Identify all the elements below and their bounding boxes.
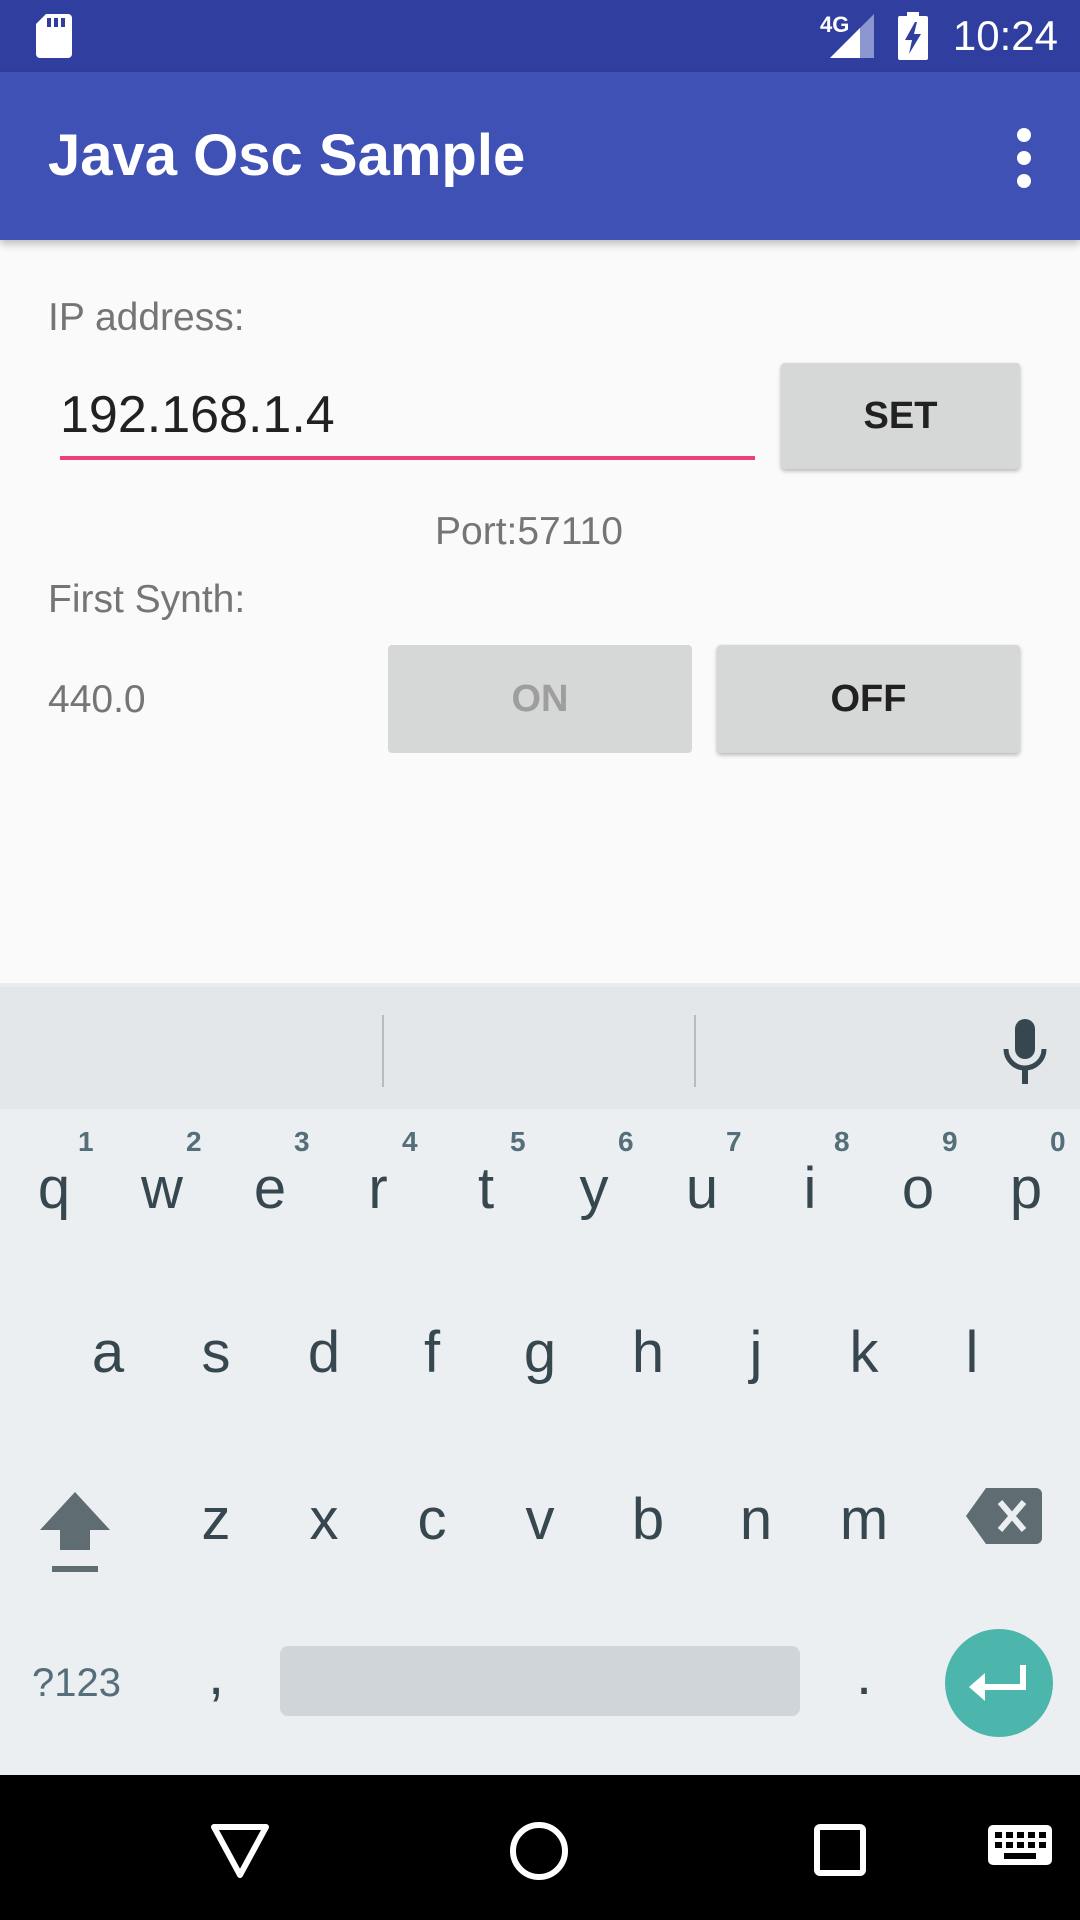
home-icon[interactable] [508,1820,570,1882]
microphone-icon[interactable] [1002,1019,1048,1087]
ip-address-value: 192.168.1.4 [60,386,335,444]
suggestion-divider [382,1015,384,1087]
key-i[interactable]: i [760,1155,860,1222]
key-t[interactable]: t [436,1155,536,1222]
enter-key[interactable] [945,1629,1053,1737]
overflow-menu-icon[interactable] [1008,128,1042,188]
ip-address-label: IP address: [48,296,245,339]
key-v[interactable]: v [490,1486,590,1553]
on-button[interactable]: ON [388,645,692,753]
key-hint-5: 5 [510,1126,526,1157]
key-e[interactable]: e [220,1155,320,1222]
key-hint-3: 3 [294,1126,310,1157]
key-period[interactable]: . [814,1641,914,1708]
app-bar: Java Osc Sample [0,72,1080,240]
port-label: Port:57110 [435,510,623,553]
key-hint-7: 7 [726,1126,742,1157]
key-k[interactable]: k [814,1319,914,1386]
backspace-key-icon[interactable] [966,1488,1042,1544]
key-f[interactable]: f [382,1319,482,1386]
key-comma[interactable]: , [166,1641,266,1708]
key-hint-1: 1 [78,1126,94,1157]
signal-icon [830,14,874,58]
key-g[interactable]: g [490,1319,590,1386]
navigation-bar [0,1775,1080,1920]
keyboard-switch-icon[interactable] [988,1825,1052,1871]
suggestion-divider [694,1015,696,1087]
key-n[interactable]: n [706,1486,806,1553]
off-button[interactable]: OFF [717,645,1020,753]
key-o[interactable]: o [868,1155,968,1222]
key-y[interactable]: y [544,1155,644,1222]
app-title: Java Osc Sample [48,123,526,188]
key-l[interactable]: l [922,1319,1022,1386]
key-z[interactable]: z [166,1486,266,1553]
key-c[interactable]: c [382,1486,482,1553]
key-u[interactable]: u [652,1155,752,1222]
key-hint-8: 8 [834,1126,850,1157]
first-synth-label: First Synth: [48,578,246,621]
shift-key-icon[interactable] [38,1486,112,1576]
soft-keyboard: q w e r t y u i o p 1 2 3 4 5 6 7 8 9 0 … [0,983,1080,1775]
key-s[interactable]: s [166,1319,266,1386]
key-a[interactable]: a [58,1319,158,1386]
symbols-key[interactable]: ?123 [32,1661,121,1706]
frequency-value: 440.0 [48,678,146,721]
key-w[interactable]: w [112,1155,212,1222]
key-d[interactable]: d [274,1319,374,1386]
key-x[interactable]: x [274,1486,374,1553]
enter-arrow-icon [969,1665,1026,1701]
back-icon[interactable] [210,1823,270,1879]
battery-charging-icon [898,12,928,60]
key-q[interactable]: q [4,1155,104,1222]
key-hint-2: 2 [186,1126,202,1157]
key-r[interactable]: r [328,1155,428,1222]
key-b[interactable]: b [598,1486,698,1553]
recents-icon[interactable] [813,1823,867,1877]
key-m[interactable]: m [814,1486,914,1553]
set-button[interactable]: SET [781,363,1020,469]
key-hint-4: 4 [402,1126,418,1157]
key-hint-9: 9 [942,1126,958,1157]
status-time: 10:24 [952,12,1058,59]
input-underline [60,456,755,460]
ip-address-input[interactable]: 192.168.1.4 [60,380,755,460]
key-hint-0: 0 [1050,1126,1066,1157]
key-p[interactable]: p [976,1155,1076,1222]
key-j[interactable]: j [706,1319,806,1386]
key-h[interactable]: h [598,1319,698,1386]
status-bar: 4G 10:24 [0,0,1080,72]
suggestion-strip [0,983,1080,1109]
space-bar[interactable] [280,1646,800,1716]
sd-card-icon [36,14,72,58]
key-hint-6: 6 [618,1126,634,1157]
